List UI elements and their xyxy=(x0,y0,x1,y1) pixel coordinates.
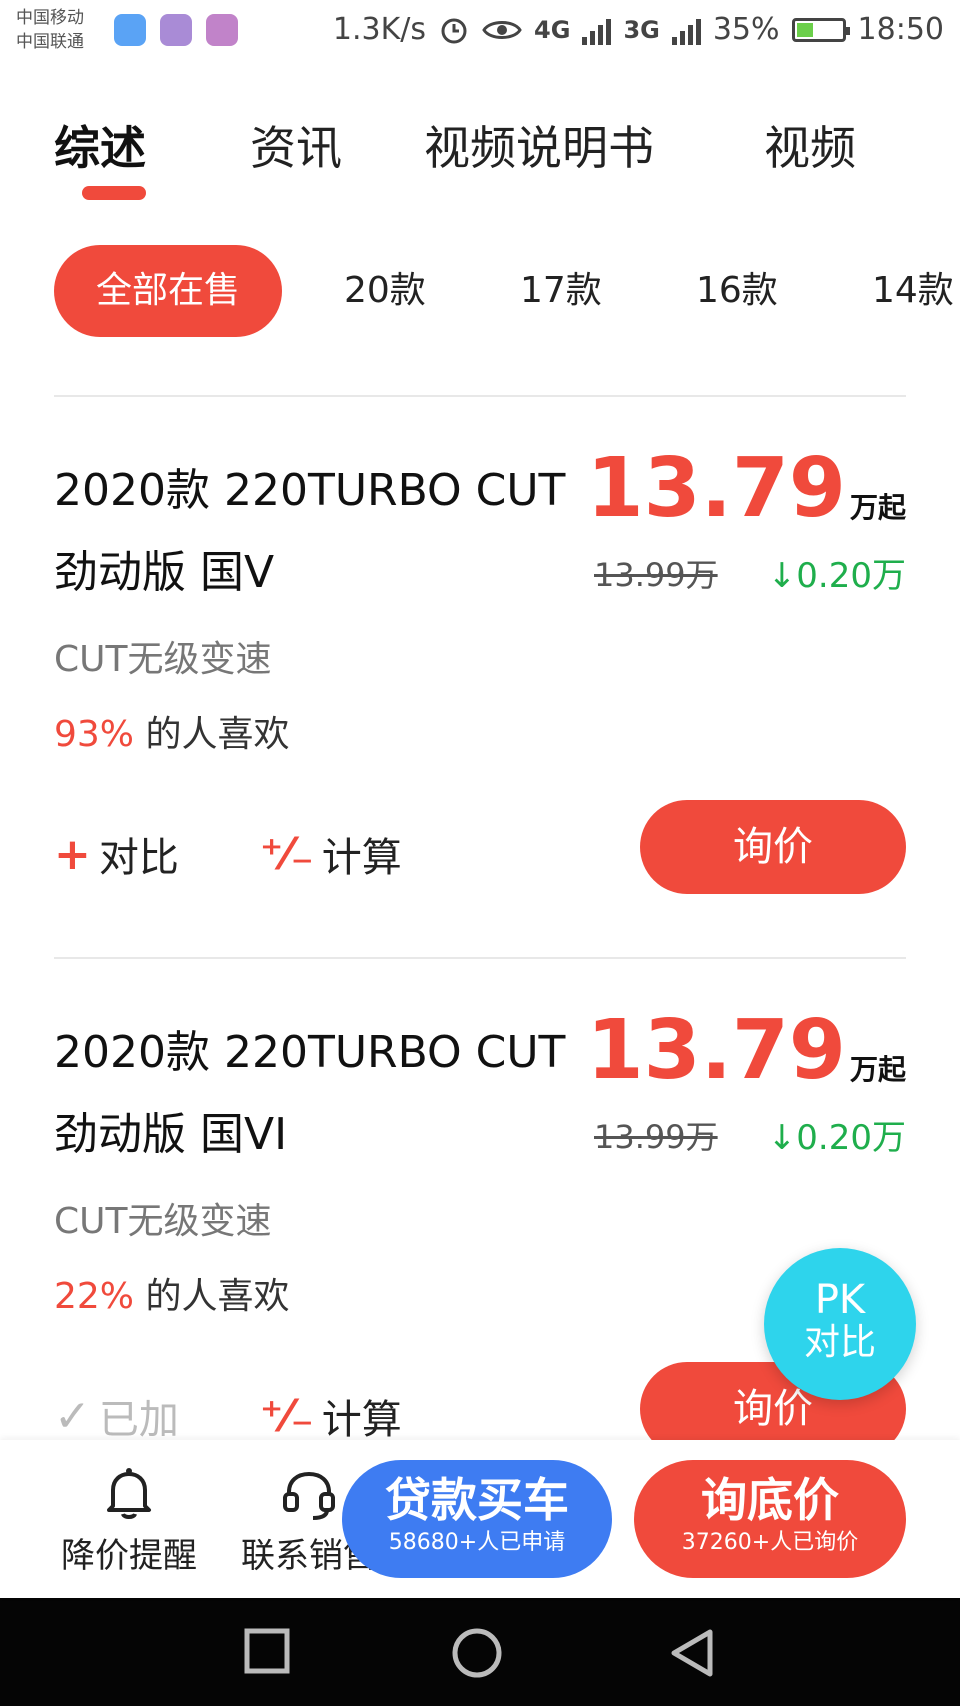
guide-price: 13.79 xyxy=(586,441,846,536)
filter-2017[interactable]: 17款 xyxy=(520,245,602,337)
price-block: 13.79 万起 xyxy=(587,1012,906,1096)
filter-2016[interactable]: 16款 xyxy=(696,245,778,337)
pk-sub-label: 对比 xyxy=(803,1322,876,1363)
bell-icon xyxy=(107,1468,151,1519)
battery-icon xyxy=(791,17,850,42)
signal-icon-2 xyxy=(671,15,701,45)
tab-overview[interactable]: 综述 xyxy=(54,112,146,178)
battery-percent: 35% xyxy=(712,12,780,47)
like-percent: 93% xyxy=(54,714,135,755)
filter-all-on-sale[interactable]: 全部在售 xyxy=(54,245,282,337)
price-drop: ↓0.20万 xyxy=(767,1118,906,1158)
recents-icon[interactable] xyxy=(244,1628,290,1674)
tab-news[interactable]: 资讯 xyxy=(250,112,342,178)
pk-compare-button[interactable]: PK 对比 xyxy=(764,1248,916,1400)
calculate-button[interactable]: ⁺⁄₋ 计算 xyxy=(260,1387,402,1441)
transmission: CUT无级变速 xyxy=(54,639,272,680)
game-app-icon xyxy=(160,14,192,46)
price-block: 13.79 万起 xyxy=(587,444,906,534)
calculate-button[interactable]: ⁺⁄₋ 计算 xyxy=(260,825,402,883)
tab-video-manual[interactable]: 视频说明书 xyxy=(424,112,654,178)
ask-lowest-price-title: 询底价 xyxy=(701,1473,839,1527)
compare-label: 已加 xyxy=(98,1397,179,1440)
filter-2020[interactable]: 20款 xyxy=(344,245,426,337)
notification-icons xyxy=(114,14,238,46)
calculate-label: 计算 xyxy=(321,835,402,881)
original-price: 13.99万 xyxy=(594,556,718,594)
transmission: CUT无级变速 xyxy=(54,1201,272,1242)
home-icon[interactable] xyxy=(452,1628,502,1678)
network-1: 4G xyxy=(534,15,571,44)
filter-2014[interactable]: 14款 xyxy=(872,245,954,337)
calculator-icon: ⁺⁄₋ xyxy=(260,828,314,880)
price-unit: 万起 xyxy=(849,1053,906,1086)
headset-icon xyxy=(283,1471,335,1520)
clock: 18:50 xyxy=(857,12,944,47)
carrier-1: 中国移动 xyxy=(16,8,84,28)
like-rate: 93% 的人喜欢 xyxy=(54,705,289,757)
year-filter: 全部在售 20款 17款 16款 14款 xyxy=(0,245,960,345)
like-text: 的人喜欢 xyxy=(145,1276,290,1317)
check-icon: ✓ xyxy=(54,1390,91,1441)
carrier-2: 中国联通 xyxy=(16,32,84,52)
car-trim-card[interactable]: 2020款 220TURBO CUT 劲动版 国V 13.79 万起 13.99… xyxy=(54,444,906,900)
active-tab-indicator xyxy=(82,186,146,200)
calculator-icon: ⁺⁄₋ xyxy=(260,1390,314,1441)
alarm-icon xyxy=(441,18,467,43)
like-text: 的人喜欢 xyxy=(145,714,290,755)
bottom-action-bar: 降价提醒 联系销售 贷款买车 58680+人已申请 询底价 37260+人已询价 xyxy=(0,1440,960,1598)
ask-lowest-price-count: 37260+人已询价 xyxy=(681,1530,859,1555)
plus-icon: + xyxy=(54,828,91,880)
compare-button[interactable]: + 对比 xyxy=(54,825,179,883)
map-app-icon xyxy=(114,14,146,46)
eye-icon xyxy=(482,20,522,39)
price-alert-label: 降价提醒 xyxy=(61,1536,197,1576)
ask-lowest-price-button[interactable]: 询底价 37260+人已询价 xyxy=(634,1460,906,1578)
divider xyxy=(54,957,906,959)
net-speed: 1.3K/s xyxy=(332,12,427,47)
divider xyxy=(54,395,906,397)
guide-price: 13.79 xyxy=(586,1012,846,1098)
pk-label: PK xyxy=(814,1277,866,1323)
status-bar: 中国移动 中国联通 1.3K/s 4G 3G 35% 18:50 xyxy=(0,0,960,70)
like-percent: 22% xyxy=(54,1276,135,1317)
signal-icon xyxy=(582,15,612,45)
price-unit: 万起 xyxy=(849,491,906,524)
compare-label: 对比 xyxy=(98,835,179,881)
original-price: 13.99万 xyxy=(594,1118,718,1156)
system-navigation-bar xyxy=(0,1598,960,1706)
price-alert-button[interactable]: 降价提醒 xyxy=(54,1466,204,1577)
compare-button[interactable]: ✓ 已加 xyxy=(54,1387,179,1441)
trim-name: 2020款 220TURBO CUT 劲动版 国V xyxy=(54,465,566,598)
tab-videos[interactable]: 视频 xyxy=(764,112,856,178)
car-loan-title: 贷款买车 xyxy=(385,1473,569,1527)
status-right: 1.3K/s 4G 3G 35% 18:50 xyxy=(333,12,944,47)
calculate-label: 计算 xyxy=(321,1397,402,1440)
car-loan-applicants: 58680+人已申请 xyxy=(388,1530,566,1555)
inquiry-button[interactable]: 询价 xyxy=(640,800,906,894)
carrier-names: 中国移动 中国联通 xyxy=(16,6,84,54)
price-drop: ↓0.20万 xyxy=(767,556,906,596)
car-trim-card[interactable]: 2020款 220TURBO CUT 劲动版 国VI 13.79 万起 13.9… xyxy=(54,1012,906,1440)
network-2: 3G xyxy=(623,15,660,44)
game-app-icon-2 xyxy=(206,14,238,46)
car-loan-button[interactable]: 贷款买车 58680+人已申请 xyxy=(342,1460,612,1578)
like-rate: 22% 的人喜欢 xyxy=(54,1267,289,1319)
trim-name: 2020款 220TURBO CUT 劲动版 国VI xyxy=(54,1027,566,1160)
back-icon[interactable] xyxy=(668,1628,716,1678)
